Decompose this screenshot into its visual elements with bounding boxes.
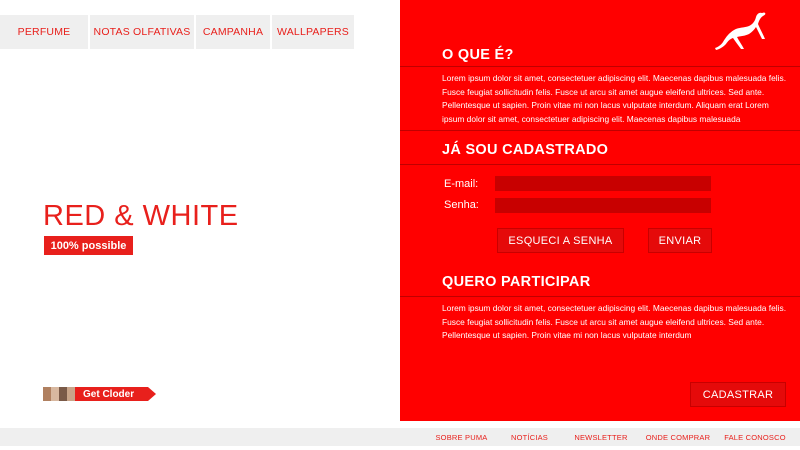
footer-link-newsletter[interactable]: NEWSLETTER — [564, 428, 638, 446]
forgot-password-button[interactable]: ESQUECI A SENHA — [497, 228, 624, 253]
promo-thumbnail — [43, 387, 51, 401]
arrow-right-icon — [148, 387, 157, 401]
nav-item-perfume[interactable]: PERFUME — [0, 15, 88, 49]
footer-link-noticias[interactable]: NOTÍCIAS — [497, 428, 562, 446]
divider — [400, 164, 800, 165]
promo-thumbnails — [43, 387, 75, 401]
email-label: E-mail: — [444, 178, 479, 190]
password-label: Senha: — [444, 199, 479, 211]
footer-links: SOBRE PUMA NOTÍCIAS NEWSLETTER ONDE COMP… — [428, 428, 794, 446]
nav-item-wallpapers[interactable]: WALLPAPERS — [272, 15, 354, 49]
divider — [400, 296, 800, 297]
about-title: O QUE É? — [442, 47, 514, 63]
nav-item-campanha[interactable]: CAMPANHA — [196, 15, 270, 49]
nav-item-notas-olfativas[interactable]: NOTAS OLFATIVAS — [90, 15, 194, 49]
email-field[interactable] — [495, 176, 711, 191]
promo-thumbnail — [59, 387, 67, 401]
promo-thumbnail — [51, 387, 59, 401]
divider — [400, 130, 800, 131]
join-text: Lorem ipsum dolor sit amet, consectetuer… — [442, 303, 787, 340]
info-panel: O QUE É? Lorem ipsum dolor sit amet, con… — [400, 0, 800, 421]
promo-thumbnail — [67, 387, 75, 401]
divider — [400, 66, 800, 67]
join-title: QUERO PARTICIPAR — [442, 274, 591, 290]
about-text: Lorem ipsum dolor sit amet, consectetuer… — [442, 73, 787, 124]
puma-logo-icon — [715, 12, 766, 50]
footer-link-onde-comprar[interactable]: ONDE COMPRAR — [640, 428, 716, 446]
get-cloder-button[interactable]: Get Cloder — [75, 387, 149, 401]
footer-link-sobre-puma[interactable]: SOBRE PUMA — [428, 428, 495, 446]
login-title: JÁ SOU CADASTRADO — [442, 142, 609, 158]
footer-link-fale-conosco[interactable]: FALE CONOSCO — [718, 428, 792, 446]
get-cloder-promo[interactable]: Get Cloder — [43, 386, 157, 402]
hero-title: RED & WHITE — [43, 200, 239, 232]
send-button[interactable]: ENVIAR — [648, 228, 712, 253]
password-field[interactable] — [495, 198, 711, 213]
register-button[interactable]: CADASTRAR — [690, 382, 786, 407]
hero-tagline-badge: 100% possible — [44, 236, 133, 255]
top-nav: PERFUME NOTAS OLFATIVAS CAMPANHA WALLPAP… — [0, 15, 356, 49]
